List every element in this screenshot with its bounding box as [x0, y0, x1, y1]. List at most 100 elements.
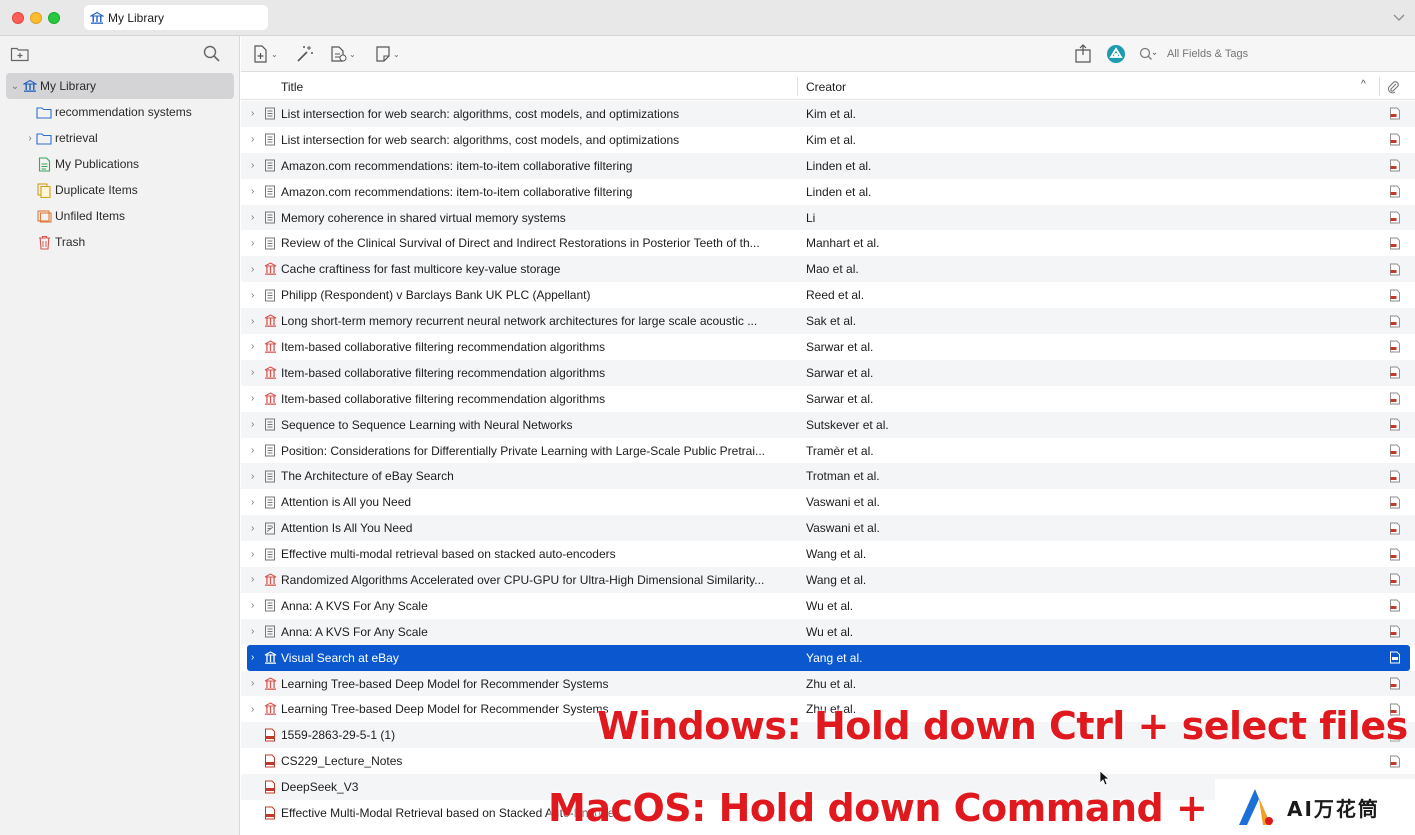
chevron-right-icon[interactable]: ›	[251, 497, 259, 508]
creator-column-header[interactable]: Creator	[806, 80, 846, 94]
pdf-attachment-icon[interactable]	[1389, 599, 1401, 612]
chevron-right-icon[interactable]: ›	[251, 238, 259, 249]
item-row[interactable]: › Memory coherence in shared virtual memo…	[241, 204, 1415, 231]
chevron-right-icon[interactable]: ›	[251, 264, 259, 275]
chevron-right-icon[interactable]: ›	[251, 367, 259, 378]
new-collection-icon[interactable]	[10, 45, 30, 63]
item-row[interactable]: › The Architecture of eBay Search Trotman …	[241, 463, 1415, 490]
paperclip-icon[interactable]	[1386, 80, 1400, 94]
pdf-attachment-icon[interactable]	[1389, 315, 1401, 328]
close-window-button[interactable]	[12, 12, 24, 24]
pdf-attachment-icon[interactable]	[1389, 392, 1401, 405]
chevron-right-icon[interactable]: ›	[251, 626, 259, 637]
chevron-right-icon[interactable]: ›	[251, 134, 259, 145]
locate-button[interactable]	[1074, 44, 1092, 64]
item-row[interactable]: › Review of the Clinical Survival of Dire…	[241, 230, 1415, 256]
item-row[interactable]: › Item-based collaborative filtering reco…	[241, 386, 1415, 412]
item-row[interactable]: › Philipp (Respondent) v Barclays Bank UK…	[241, 282, 1415, 308]
pdf-attachment-icon[interactable]	[1389, 133, 1401, 146]
chevron-right-icon[interactable]: ›	[251, 316, 259, 327]
pdf-attachment-icon[interactable]	[1389, 289, 1401, 302]
pdf-attachment-icon[interactable]	[1389, 340, 1401, 353]
chevron-right-icon[interactable]: ›	[251, 212, 259, 223]
search-input[interactable]	[1167, 48, 1397, 60]
sidebar-item-trash[interactable]: Trash	[0, 229, 240, 255]
chevron-right-icon[interactable]: ›	[251, 652, 259, 663]
item-row[interactable]: › Visual Search at eBay Yang et al.	[247, 644, 1410, 671]
new-item-button[interactable]: ⌄	[253, 44, 278, 64]
pdf-attachment-icon[interactable]	[1389, 237, 1401, 250]
item-row[interactable]: › Long short-term memory recurrent neural…	[241, 308, 1415, 335]
pdf-attachment-icon[interactable]	[1389, 444, 1401, 457]
item-row[interactable]: › Amazon.com recommendations: item-to-ite…	[241, 152, 1415, 179]
chevron-down-icon[interactable]: ⌄	[10, 81, 20, 92]
sidebar-item-recommendation-systems[interactable]: recommendation systems	[0, 99, 240, 125]
pdf-attachment-icon[interactable]	[1389, 185, 1401, 198]
item-row[interactable]: › Randomized Algorithms Accelerated over …	[241, 567, 1415, 593]
pdf-attachment-icon[interactable]	[1389, 522, 1401, 535]
minimize-window-button[interactable]	[30, 12, 42, 24]
chevron-right-icon[interactable]: ›	[251, 678, 259, 689]
item-row[interactable]: CS229_Lecture_Notes	[241, 748, 1415, 774]
add-by-identifier-button[interactable]	[296, 44, 314, 64]
pdf-attachment-icon[interactable]	[1389, 548, 1401, 561]
chevron-right-icon[interactable]: ›	[251, 290, 259, 301]
item-row[interactable]: › Cache craftiness for fast multicore key…	[241, 256, 1415, 283]
chevron-right-icon[interactable]: ›	[251, 574, 259, 585]
search-icon[interactable]	[1137, 44, 1159, 64]
chevron-right-icon[interactable]: ›	[251, 108, 259, 119]
item-row[interactable]: › Anna: A KVS For Any Scale Wu et al.	[241, 593, 1415, 619]
item-row[interactable]: › List intersection for web search: algor…	[241, 127, 1415, 153]
item-row[interactable]: › Sequence to Sequence Learning with Neur…	[241, 411, 1415, 438]
pdf-attachment-icon[interactable]	[1389, 625, 1401, 638]
item-row[interactable]: › Attention Is All You Need Vaswani et al.	[241, 515, 1415, 542]
title-column-header[interactable]: Title	[281, 80, 303, 94]
sort-ascending-icon[interactable]: ^	[1361, 79, 1366, 90]
pdf-attachment-icon[interactable]	[1389, 159, 1401, 172]
search-field[interactable]	[1137, 42, 1407, 66]
item-row[interactable]: › Position: Considerations for Differenti…	[241, 438, 1415, 464]
chevron-right-icon[interactable]: ›	[251, 523, 259, 534]
sidebar-item-retrieval[interactable]: › retrieval	[0, 125, 240, 151]
zoom-window-button[interactable]	[48, 12, 60, 24]
sidebar-item-my-library[interactable]: ⌄ My Library	[6, 73, 234, 99]
pdf-attachment-icon[interactable]	[1389, 573, 1401, 586]
sidebar-item-my-publications[interactable]: My Publications	[0, 151, 240, 177]
search-icon[interactable]	[202, 44, 222, 64]
chevron-right-icon[interactable]: ›	[251, 445, 259, 456]
pdf-attachment-icon[interactable]	[1389, 651, 1401, 664]
item-row[interactable]: › Learning Tree-based Deep Model for Reco…	[241, 670, 1415, 697]
sync-button[interactable]	[1106, 44, 1126, 64]
pdf-attachment-icon[interactable]	[1389, 211, 1401, 224]
column-divider[interactable]	[797, 77, 798, 96]
pdf-attachment-icon[interactable]	[1389, 677, 1401, 690]
new-note-button[interactable]: ⌄	[375, 44, 400, 64]
chevron-right-icon[interactable]: ›	[251, 186, 259, 197]
chevron-right-icon[interactable]: ›	[251, 471, 259, 482]
pdf-attachment-icon[interactable]	[1389, 496, 1401, 509]
chevron-right-icon[interactable]: ›	[251, 160, 259, 171]
add-attachment-button[interactable]: ⌄	[329, 44, 356, 64]
chevron-right-icon[interactable]: ›	[251, 704, 259, 715]
item-row[interactable]: › Amazon.com recommendations: item-to-ite…	[241, 179, 1415, 205]
chevron-right-icon[interactable]: ›	[251, 549, 259, 560]
item-row[interactable]: › Anna: A KVS For Any Scale Wu et al.	[241, 618, 1415, 645]
sidebar-item-unfiled-items[interactable]: Unfiled Items	[0, 203, 240, 229]
chevron-right-icon[interactable]: ›	[25, 133, 35, 144]
item-row[interactable]: › List intersection for web search: algor…	[241, 101, 1415, 127]
chevron-right-icon[interactable]: ›	[251, 419, 259, 430]
pdf-attachment-icon[interactable]	[1389, 470, 1401, 483]
pdf-attachment-icon[interactable]	[1389, 107, 1401, 120]
column-divider[interactable]	[1379, 77, 1380, 96]
item-row[interactable]: › Item-based collaborative filtering reco…	[241, 359, 1415, 386]
pdf-attachment-icon[interactable]	[1389, 263, 1401, 276]
chevron-right-icon[interactable]: ›	[251, 600, 259, 611]
sidebar-item-duplicate-items[interactable]: Duplicate Items	[0, 177, 240, 203]
item-row[interactable]: › Attention is All you Need Vaswani et al.	[241, 489, 1415, 515]
chevron-right-icon[interactable]: ›	[251, 393, 259, 404]
pdf-attachment-icon[interactable]	[1389, 418, 1401, 431]
item-row[interactable]: › Item-based collaborative filtering reco…	[241, 334, 1415, 360]
library-tab[interactable]: My Library	[84, 5, 268, 30]
item-row[interactable]: › Effective multi-modal retrieval based o…	[241, 541, 1415, 567]
chevron-right-icon[interactable]: ›	[251, 341, 259, 352]
